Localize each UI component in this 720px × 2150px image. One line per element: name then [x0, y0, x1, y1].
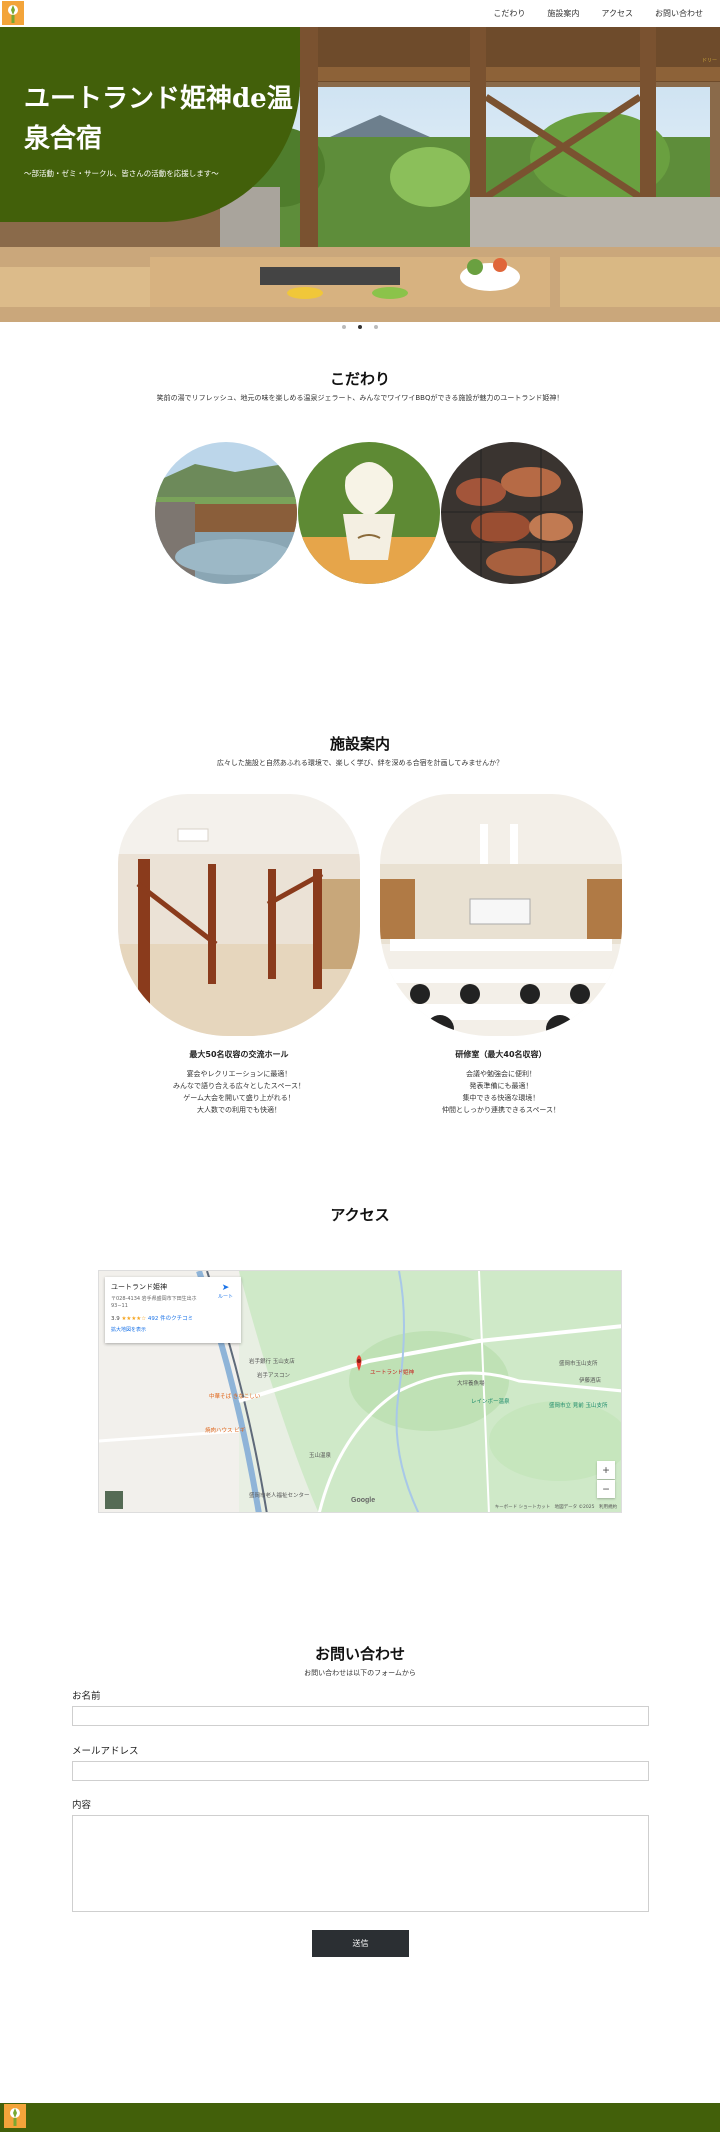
map-rating-value: 3.9 — [111, 1316, 120, 1322]
email-label: メールアドレス — [72, 1746, 139, 1757]
map-label: 焼肉ハウス ビギ — [205, 1428, 246, 1434]
main-nav: こだわり 施設案内 アクセス お問い合わせ — [482, 0, 714, 27]
map-place-name: ユートランド姫神 — [111, 1283, 167, 1291]
training-room-photo — [380, 794, 622, 1036]
facility-desc-hall-4: 大人数での利用でも快適！ — [197, 1106, 281, 1114]
nav-link-access[interactable]: アクセス — [590, 8, 644, 19]
google-map[interactable]: ユートランド姫神 〒028-4134 岩手県盛岡市下田生出ホ93−11 3.9 … — [98, 1270, 622, 1513]
map-label: 中華そば きなこしい — [209, 1394, 261, 1400]
map-label: 盛岡市立 見前 玉山支所 — [549, 1403, 608, 1409]
map-label: 玉山温泉 — [309, 1453, 332, 1459]
map-place-card: ユートランド姫神 〒028-4134 岩手県盛岡市下田生出ホ93−11 3.9 … — [105, 1277, 241, 1343]
hero-slider[interactable]: ユートランド姫神de温泉合宿 〜部活動・ゼミ・サークル、皆さんの活動を応援します… — [0, 27, 720, 322]
satellite-toggle — [105, 1491, 123, 1509]
map-label: 盛岡市玉山支所 — [559, 1361, 598, 1367]
submit-button[interactable]: 送信 — [312, 1930, 409, 1957]
map-label: 伊藤酒店 — [579, 1378, 602, 1384]
facility-name-training: 研修室（最大40名収容） — [455, 1050, 547, 1059]
map-zoom-out-button[interactable]: − — [597, 1480, 615, 1498]
site-footer — [0, 2103, 720, 2132]
map-label: 盛岡市老人福祉センター — [249, 1493, 310, 1499]
contact-title: お問い合わせ — [314, 1645, 405, 1663]
facility-desc-training-1: 会議や勉強会に便利！ — [466, 1070, 536, 1078]
kodawari-title: こだわり — [329, 370, 390, 388]
slider-dot[interactable] — [374, 325, 378, 329]
map-route-button[interactable]: ➤ ルート — [218, 1283, 233, 1300]
map-rating-stars: ★★★★☆ — [121, 1316, 147, 1322]
email-field[interactable] — [72, 1761, 649, 1781]
facility-desc-training-3: 集中できる快適な環境！ — [462, 1094, 540, 1102]
facility-desc-hall-3: ゲーム大会を開いて盛り上がれる！ — [183, 1094, 295, 1102]
map-place-address: 〒028-4134 岩手県盛岡市下田生出ホ93−11 — [111, 1296, 197, 1309]
map-label: 岩手アスコン — [257, 1373, 291, 1379]
slider-dots — [0, 325, 720, 329]
map-place-rating: 3.9 ★★★★☆ 492 件のクチコミ — [111, 1314, 235, 1322]
facility-desc-hall-2: みんなで語り合える広々としたスペース！ — [173, 1082, 305, 1090]
facility-desc-hall-1: 宴会やレクリエーションに最適！ — [186, 1070, 292, 1078]
name-field[interactable] — [72, 1706, 649, 1726]
hero-badge: ドリー — [701, 58, 717, 64]
google-logo: Google — [351, 1497, 376, 1504]
bbq-photo — [441, 442, 583, 584]
facilities-title: 施設案内 — [329, 735, 390, 753]
map-footer-links[interactable]: キーボード ショートカット 地図データ ©2025 利用規約 — [495, 1504, 617, 1510]
site-header: こだわり 施設案内 アクセス お問い合わせ — [0, 0, 720, 27]
route-icon: ➤ — [221, 1283, 230, 1293]
onsen-photo — [155, 442, 297, 584]
gelato-photo — [298, 442, 440, 584]
hall-photo — [118, 794, 360, 1036]
map-label: レインボー温泉 — [471, 1399, 510, 1405]
name-label: お名前 — [72, 1691, 101, 1702]
map-label: 岩手銀行 玉山支店 — [249, 1359, 295, 1365]
kodawari-description: 笑前の湯でリフレッシュ、地元の味を楽しめる温泉ジェラート、みんなでワイワイBBQ… — [156, 394, 564, 402]
slider-dot-active[interactable] — [358, 325, 362, 329]
facility-name-hall: 最大50名収容の交流ホール — [189, 1050, 289, 1059]
footer-logo-icon[interactable] — [4, 2104, 26, 2128]
map-label: 大坪養魚場 — [457, 1381, 485, 1387]
map-zoom-in-button[interactable]: + — [597, 1461, 615, 1479]
map-larger-link[interactable]: 拡大地図を表示 — [111, 1326, 235, 1333]
slider-dot[interactable] — [342, 325, 346, 329]
content-textarea[interactable] — [72, 1815, 649, 1912]
map-route-label: ルート — [217, 1294, 233, 1300]
nav-link-kodawari[interactable]: こだわり — [482, 8, 536, 19]
facilities-description: 広々した施設と自然あふれる環境で、楽しく学び、絆を深める合宿を計画してみませんか… — [216, 759, 504, 767]
access-title: アクセス — [330, 1206, 390, 1224]
contact-description: お問い合わせは以下のフォームから — [304, 1669, 416, 1677]
facility-desc-training-4: 仲間としっかり連携できるスペース！ — [441, 1106, 561, 1114]
content-label: 内容 — [72, 1800, 92, 1811]
logo-icon[interactable] — [2, 1, 24, 25]
hero-subtitle: 〜部活動・ゼミ・サークル、皆さんの活動を応援します〜 — [24, 169, 219, 178]
nav-link-contact[interactable]: お問い合わせ — [644, 8, 714, 19]
hero-title: ユートランド姫神de温泉合宿 — [24, 84, 293, 154]
map-reviews-link[interactable]: 492 件のクチコミ — [148, 1316, 193, 1322]
nav-link-facilities[interactable]: 施設案内 — [536, 8, 590, 19]
facility-desc-training-2: 発表準備にも最適！ — [469, 1082, 533, 1090]
map-pin-label: ユートランド姫神 — [370, 1370, 415, 1376]
